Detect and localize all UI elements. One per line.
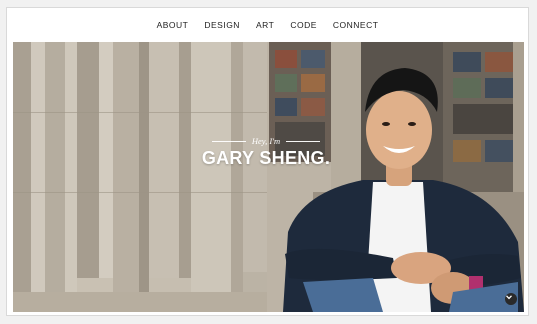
greeting-divider-right (286, 140, 321, 142)
nav-about-link[interactable]: ABOUT (157, 20, 189, 30)
hero-intro: Hey, I'm GARY SHENG. (201, 136, 331, 169)
greeting-row: Hey, I'm (201, 136, 331, 146)
hero-name: GARY SHENG. (201, 148, 331, 168)
greeting-divider-left (211, 140, 246, 142)
hero-photo (13, 42, 524, 312)
nav-code-link[interactable]: CODE (290, 20, 317, 30)
scroll-down-button[interactable] (505, 293, 517, 305)
site-frame: ABOUT DESIGN ART CODE CONNECT Hey, I'm G… (6, 7, 529, 316)
hero-section: Hey, I'm GARY SHENG. (13, 42, 524, 312)
chevron-down-icon (506, 295, 512, 300)
nav-connect-link[interactable]: CONNECT (333, 20, 379, 30)
nav-art-link[interactable]: ART (256, 20, 274, 30)
nav-design-link[interactable]: DESIGN (204, 20, 240, 30)
greeting-text: Hey, I'm (251, 136, 281, 146)
top-nav: ABOUT DESIGN ART CODE CONNECT (7, 8, 528, 42)
